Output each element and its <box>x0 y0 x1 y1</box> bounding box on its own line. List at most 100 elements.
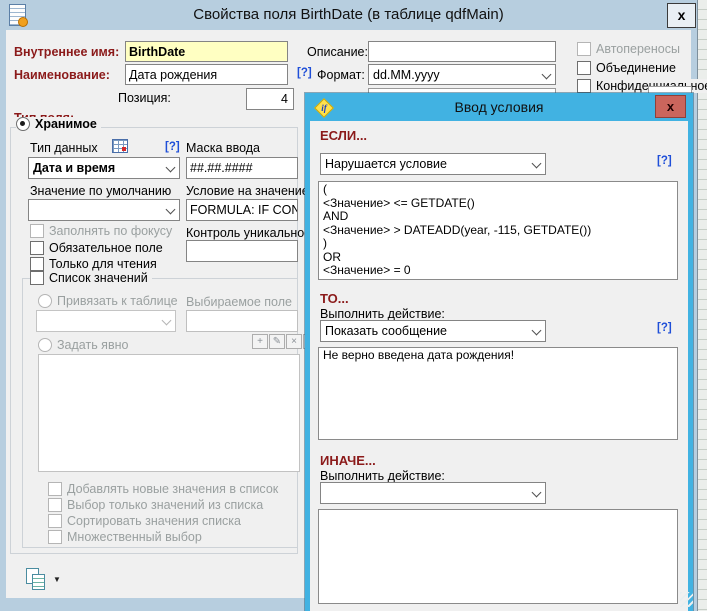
explicit-values-listbox <box>38 354 300 472</box>
list-add-button: + <box>252 334 268 349</box>
condition-textarea[interactable]: ( <Значение> <= GETDATE() AND <Значение>… <box>318 181 678 280</box>
checkbox-autowrap-label: Автопереносы <box>596 42 680 56</box>
checkbox-value-list-box <box>30 271 44 285</box>
checkbox-autowrap-box <box>577 42 591 56</box>
checkbox-merge-label: Объединение <box>596 61 676 75</box>
radio-set-explicit: Задать явно <box>38 338 132 352</box>
position-label: Позиция: <box>118 91 171 105</box>
radio-bind-table: Привязать к таблице <box>38 294 182 308</box>
radio-stored-label: Хранимое <box>35 117 97 131</box>
default-value-select[interactable] <box>28 199 180 221</box>
checkbox-required[interactable]: Обязательное поле <box>30 241 167 255</box>
then-heading: ТО... <box>320 291 349 306</box>
else-heading: ИНАЧЕ... <box>320 453 376 468</box>
checkbox-merge[interactable]: Объединение <box>577 61 680 75</box>
internal-name-label: Внутреннее имя: <box>14 45 119 59</box>
list-edit-button: ✎ <box>269 334 285 349</box>
pick-field-input <box>186 310 298 332</box>
pencil-icon: ✎ <box>273 336 281 347</box>
checkbox-readonly-label: Только для чтения <box>49 257 157 271</box>
checkbox-only-list-values: Выбор только значений из списка <box>48 498 267 512</box>
else-action-select[interactable] <box>320 482 546 504</box>
data-type-select[interactable]: Дата и время <box>28 157 180 179</box>
chevron-down-icon <box>162 316 172 326</box>
copy-properties-button[interactable]: ▼ <box>26 567 70 591</box>
if-condition-select-value: Нарушается условие <box>325 157 447 171</box>
field-properties-titlebar[interactable]: Свойства поля BirthDate (в таблице qdfMa… <box>0 0 697 30</box>
else-message-textarea[interactable] <box>318 509 678 604</box>
chevron-down-icon <box>166 163 176 173</box>
copy-icon <box>26 568 46 590</box>
checkbox-add-new-values-label: Добавлять новые значения в список <box>67 482 278 496</box>
chevron-down-icon <box>542 70 552 80</box>
copy-dropdown-arrow-icon: ▼ <box>53 575 61 584</box>
radio-stored-dot <box>16 117 30 131</box>
checkbox-multiselect-box <box>48 530 62 544</box>
name-label: Наименование: <box>14 68 110 82</box>
chevron-down-icon <box>532 159 542 169</box>
description-label: Описание: <box>307 45 368 59</box>
input-mask-field[interactable]: ##.##.#### <box>186 157 298 179</box>
position-input[interactable]: 4 <box>246 88 294 110</box>
format-select-value: dd.MM.yyyy <box>373 68 440 82</box>
name-input[interactable]: Дата рождения <box>125 64 288 85</box>
value-condition-input[interactable]: FORMULA: IF CONDITIO <box>186 199 298 221</box>
radio-bind-table-label: Привязать к таблице <box>57 294 178 308</box>
condition-title: Ввод условия <box>455 99 544 115</box>
chevron-down-icon <box>532 326 542 336</box>
chevron-down-icon <box>532 488 542 498</box>
checkbox-autowrap: Автопереносы <box>577 42 684 56</box>
format-label: Формат: <box>317 68 365 82</box>
then-action-select[interactable]: Показать сообщение <box>320 320 546 342</box>
data-type-select-value: Дата и время <box>33 161 115 175</box>
checkbox-value-list-label: Список значений <box>49 271 148 285</box>
condition-close-button[interactable]: x <box>655 95 686 118</box>
checkbox-only-list-values-label: Выбор только значений из списка <box>67 498 263 512</box>
radio-bind-table-dot <box>38 294 52 308</box>
input-mask-label: Маска ввода <box>186 141 260 155</box>
then-action-label: Выполнить действие: <box>320 307 445 321</box>
checkbox-sort-list-values-label: Сортировать значения списка <box>67 514 241 528</box>
uniqueness-label: Контроль уникальности <box>186 226 323 240</box>
checkbox-merge-box <box>577 61 591 75</box>
checkbox-value-list[interactable]: Список значений <box>30 271 152 285</box>
format-help-link[interactable]: [?] <box>297 67 312 79</box>
checkbox-readonly-box <box>30 257 44 271</box>
then-message-textarea[interactable]: Не верно введена дата рождения! <box>318 347 678 440</box>
checkbox-only-list-values-box <box>48 498 62 512</box>
checkbox-add-new-values-box <box>48 482 62 496</box>
checkbox-fill-on-focus-label: Заполнять по фокусу <box>49 224 172 238</box>
checkbox-multiselect-label: Множественный выбор <box>67 530 202 544</box>
bind-table-select <box>36 310 176 332</box>
delete-icon: × <box>291 336 297 347</box>
default-value-label: Значение по умолчанию <box>30 184 171 198</box>
condition-titlebar[interactable]: Ввод условия <box>305 93 693 121</box>
else-action-label: Выполнить действие: <box>320 469 445 483</box>
radio-set-explicit-label: Задать явно <box>57 338 128 352</box>
checkbox-sort-list-values: Сортировать значения списка <box>48 514 245 528</box>
uniqueness-input[interactable] <box>186 240 298 262</box>
condition-dialog: Ввод условия if x ЕСЛИ... Нарушается усл… <box>305 93 693 611</box>
if-condition-select[interactable]: Нарушается условие <box>320 153 546 175</box>
format-select[interactable]: dd.MM.yyyy <box>368 64 556 85</box>
if-help-link[interactable]: [?] <box>657 155 672 167</box>
field-properties-title: Свойства поля BirthDate (в таблице qdfMa… <box>193 6 503 23</box>
then-action-select-value: Показать сообщение <box>325 324 447 338</box>
data-type-label: Тип данных <box>30 141 98 155</box>
radio-set-explicit-dot <box>38 338 52 352</box>
resize-grip[interactable] <box>680 592 693 607</box>
checkbox-sort-list-values-box <box>48 514 62 528</box>
if-heading: ЕСЛИ... <box>320 128 367 143</box>
checkbox-required-box <box>30 241 44 255</box>
screen: Свойства поля BirthDate (в таблице qdfMa… <box>0 0 707 611</box>
field-properties-close-button[interactable]: x <box>667 3 696 28</box>
description-input[interactable] <box>368 41 556 62</box>
radio-stored[interactable]: Хранимое <box>16 117 101 131</box>
internal-name-input[interactable]: BirthDate <box>125 41 288 62</box>
checkbox-readonly[interactable]: Только для чтения <box>30 257 161 271</box>
checkbox-required-label: Обязательное поле <box>49 241 163 255</box>
data-type-help-link[interactable]: [?] <box>165 141 180 153</box>
add-icon: + <box>257 336 263 347</box>
checkbox-multiselect: Множественный выбор <box>48 530 206 544</box>
then-help-link[interactable]: [?] <box>657 322 672 334</box>
